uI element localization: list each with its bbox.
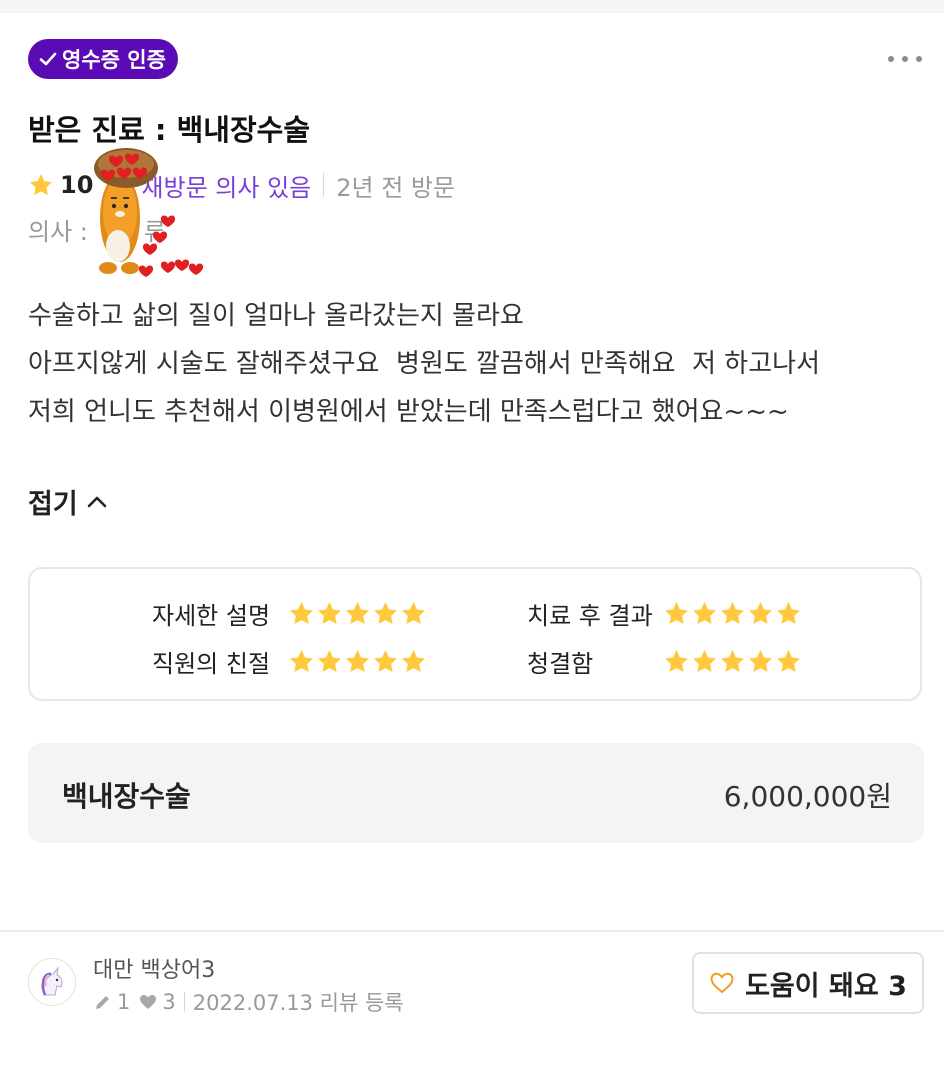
section-divider bbox=[0, 930, 944, 932]
star-icon bbox=[777, 602, 800, 624]
reviewer-stats: 1 3 2022.07.13 리뷰 등록 bbox=[93, 988, 404, 1016]
rating-label: 직원의 친절 bbox=[152, 650, 271, 678]
star-icon bbox=[402, 650, 425, 672]
fold-label: 접기 bbox=[28, 489, 78, 520]
unicorn-avatar[interactable] bbox=[28, 958, 76, 1006]
star-icon bbox=[28, 172, 54, 198]
star-icon bbox=[346, 650, 369, 672]
meta-divider bbox=[323, 173, 325, 197]
star-icon bbox=[290, 602, 313, 624]
star-icon bbox=[318, 650, 341, 672]
star-icon bbox=[721, 650, 744, 672]
top-bar bbox=[0, 0, 944, 13]
rating-stars bbox=[288, 600, 427, 627]
star-icon bbox=[749, 602, 772, 624]
helpful-label: 도움이 돼요 3 bbox=[745, 970, 907, 1002]
rating-item: 청결함 bbox=[527, 644, 802, 679]
star-icon bbox=[665, 650, 688, 672]
rating-label: 자세한 설명 bbox=[152, 602, 271, 630]
review-body: 수술하고 삶의 질이 얼마나 올라갔는지 몰라요 아프지않게 시술도 잘해주셨구… bbox=[28, 301, 820, 427]
reviewer-name[interactable]: 대만 백상어3 bbox=[93, 952, 215, 984]
price-value: 6,000,000원 bbox=[723, 780, 892, 813]
star-icon bbox=[693, 650, 716, 672]
post-count-value: 1 bbox=[117, 990, 131, 1014]
star-icon bbox=[402, 602, 425, 624]
heart-icon bbox=[140, 995, 157, 1009]
star-icon bbox=[777, 650, 800, 672]
helpful-button[interactable]: 도움이 돼요 3 bbox=[692, 952, 924, 1014]
like-count-value: 3 bbox=[162, 990, 176, 1014]
rating-item: 자세한 설명 bbox=[152, 596, 427, 631]
price-treatment-name: 백내장수술 bbox=[62, 780, 191, 813]
ryan-hearts-sticker bbox=[94, 148, 204, 277]
rating-item: 치료 후 결과 bbox=[527, 596, 802, 631]
visit-time: 2년 전 방문 bbox=[336, 173, 456, 202]
rating-breakdown: 자세한 설명 치료 후 결과 직원의 친절 청결함 bbox=[28, 567, 922, 701]
rating-label: 청결함 bbox=[527, 650, 594, 678]
rating-label: 치료 후 결과 bbox=[527, 602, 653, 630]
review-date: 2022.07.13 리뷰 등록 bbox=[192, 991, 404, 1015]
star-icon bbox=[346, 602, 369, 624]
pencil-icon bbox=[96, 996, 109, 1009]
star-icon bbox=[374, 650, 397, 672]
fold-button[interactable]: 접기 bbox=[28, 482, 108, 521]
rating-stars bbox=[288, 648, 427, 675]
star-icon bbox=[721, 602, 744, 624]
check-icon bbox=[39, 52, 57, 66]
treatment-title: 받은 진료 : 백내장수술 bbox=[28, 113, 311, 147]
price-box: 백내장수술 6,000,000원 bbox=[28, 743, 924, 843]
receipt-verified-badge: 영수증 인증 bbox=[28, 39, 178, 79]
chevron-up-icon bbox=[87, 496, 106, 507]
star-icon bbox=[749, 650, 772, 672]
star-icon bbox=[318, 602, 341, 624]
rating-stars bbox=[663, 600, 802, 627]
rating-stars bbox=[663, 648, 802, 675]
doctor-label: 의사 : bbox=[28, 218, 88, 246]
stats-divider bbox=[183, 992, 185, 1012]
badge-label: 영수증 인증 bbox=[62, 48, 166, 72]
heart-icon bbox=[710, 972, 734, 994]
star-icon bbox=[693, 602, 716, 624]
star-icon bbox=[374, 602, 397, 624]
star-icon bbox=[290, 650, 313, 672]
star-icon bbox=[665, 602, 688, 624]
post-count: 1 bbox=[93, 990, 130, 1014]
rating-item: 직원의 친절 bbox=[152, 644, 427, 679]
more-icon[interactable] bbox=[888, 50, 922, 68]
like-count: 3 bbox=[138, 990, 176, 1014]
